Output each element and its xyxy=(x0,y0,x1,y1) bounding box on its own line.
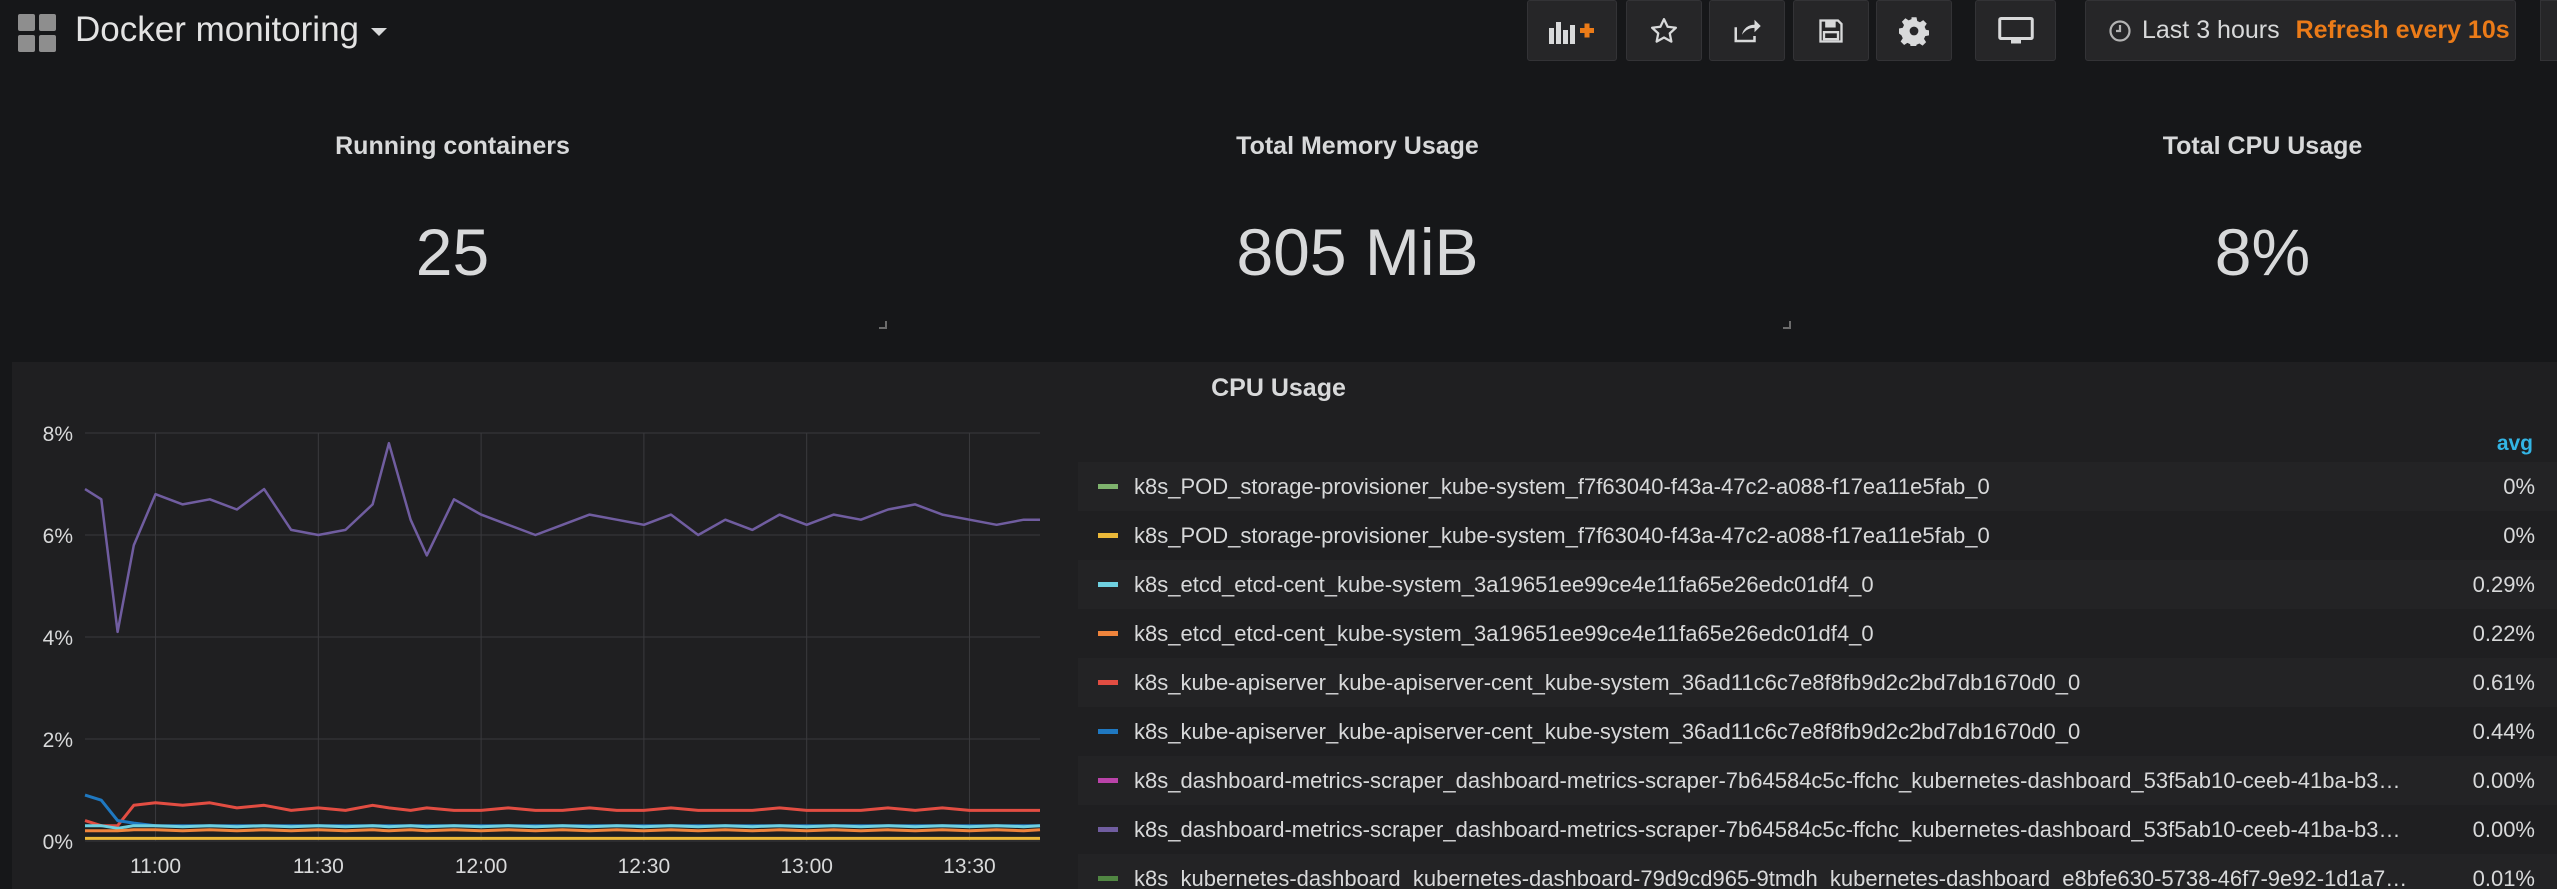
settings-icon xyxy=(1899,16,1929,46)
zoom-out-button[interactable] xyxy=(2540,0,2557,61)
refresh-interval-label: Refresh every 10s xyxy=(2295,16,2510,44)
time-range-label: Last 3 hours xyxy=(2142,16,2280,44)
stat-title[interactable]: Running containers xyxy=(0,132,905,161)
share-button[interactable] xyxy=(1709,0,1785,61)
x-tick-label: 12:30 xyxy=(618,855,671,878)
star-button[interactable] xyxy=(1626,0,1702,61)
legend-item[interactable]: k8s_etcd_etcd-cent_kube-system_3a19651ee… xyxy=(1078,609,2557,658)
legend-swatch[interactable] xyxy=(1098,827,1118,832)
resize-handle[interactable] xyxy=(1783,321,1791,329)
stat-panel-total-cpu: Total CPU Usage 8% xyxy=(1810,96,2557,346)
x-tick-label: 11:30 xyxy=(293,855,344,878)
stat-panel-running-containers: Running containers 25 xyxy=(0,96,905,346)
legend-swatch[interactable] xyxy=(1098,729,1118,734)
series-line xyxy=(85,828,1041,833)
y-tick-label: 8% xyxy=(43,423,73,446)
legend-series-name: k8s_dashboard-metrics-scraper_dashboard-… xyxy=(1134,767,2401,793)
legend-avg-header[interactable]: avg xyxy=(2497,432,2533,456)
add-panel-button[interactable] xyxy=(1527,0,1617,61)
dashboard-title[interactable]: Docker monitoring xyxy=(75,10,387,50)
save-button[interactable] xyxy=(1793,0,1869,61)
stat-title[interactable]: Total Memory Usage xyxy=(905,132,1810,161)
clock-icon xyxy=(2109,19,2131,42)
legend-swatch[interactable] xyxy=(1098,778,1118,783)
y-tick-label: 2% xyxy=(43,729,73,752)
legend-swatch[interactable] xyxy=(1098,876,1118,881)
chart-legend: k8s_POD_storage-provisioner_kube-system_… xyxy=(1078,462,2557,889)
settings-button[interactable] xyxy=(1876,0,1952,61)
stat-title[interactable]: Total CPU Usage xyxy=(1810,132,2557,161)
x-tick-label: 13:00 xyxy=(780,855,833,878)
legend-avg-value: 0% xyxy=(2503,473,2535,499)
legend-series-name: k8s_etcd_etcd-cent_kube-system_3a19651ee… xyxy=(1134,620,1874,646)
legend-swatch[interactable] xyxy=(1098,582,1118,587)
legend-series-name: k8s_kube-apiserver_kube-apiserver-cent_k… xyxy=(1134,718,2081,744)
legend-series-name: k8s_etcd_etcd-cent_kube-system_3a19651ee… xyxy=(1134,571,1874,597)
legend-series-name: k8s_dashboard-metrics-scraper_dashboard-… xyxy=(1134,816,2401,842)
legend-avg-value: 0% xyxy=(2503,522,2535,548)
legend-swatch[interactable] xyxy=(1098,631,1118,636)
legend-item[interactable]: k8s_kubernetes-dashboard_kubernetes-dash… xyxy=(1078,854,2557,889)
legend-item[interactable]: k8s_dashboard-metrics-scraper_dashboard-… xyxy=(1078,805,2557,854)
share-icon xyxy=(1734,19,1761,42)
legend-item[interactable]: k8s_POD_storage-provisioner_kube-system_… xyxy=(1078,462,2557,511)
chevron-down-icon xyxy=(371,27,387,36)
tv-mode-button[interactable] xyxy=(1975,0,2056,61)
stat-value: 25 xyxy=(415,215,490,289)
add-panel-icon xyxy=(1549,21,1594,44)
legend-series-name: k8s_kube-apiserver_kube-apiserver-cent_k… xyxy=(1134,669,2081,695)
y-tick-label: 6% xyxy=(43,525,73,548)
legend-avg-value: 0.61% xyxy=(2472,669,2535,695)
legend-series-name: k8s_POD_storage-provisioner_kube-system_… xyxy=(1134,473,1990,499)
cpu-usage-chart[interactable]: 0% 2% 4% 6% 8% 11:00 11:30 12:00 12:30 13:00 13:30 xyxy=(12,362,1072,889)
legend-series-name: k8s_kubernetes-dashboard_kubernetes-dash… xyxy=(1134,865,2408,889)
legend-avg-value: 0.00% xyxy=(2472,767,2535,793)
resize-handle[interactable] xyxy=(879,321,887,329)
series-line xyxy=(84,801,1040,828)
legend-series-name: k8s_POD_storage-provisioner_kube-system_… xyxy=(1134,522,1990,548)
legend-item[interactable]: k8s_POD_storage-provisioner_kube-system_… xyxy=(1078,511,2557,560)
star-icon xyxy=(1651,17,1677,43)
save-icon xyxy=(1819,18,1843,43)
legend-item[interactable]: k8s_dashboard-metrics-scraper_dashboard-… xyxy=(1078,756,2557,805)
legend-avg-value: 0.01% xyxy=(2472,865,2535,889)
legend-item[interactable]: k8s_etcd_etcd-cent_kube-system_3a19651ee… xyxy=(1078,560,2557,609)
time-picker-button[interactable]: Last 3 hours Refresh every 10s xyxy=(2085,0,2516,61)
dashboard-grid-icon[interactable] xyxy=(18,14,56,52)
tv-mode-icon xyxy=(1997,16,2034,43)
legend-avg-value: 0.00% xyxy=(2472,816,2535,842)
x-tick-label: 11:00 xyxy=(130,855,181,878)
y-tick-label: 4% xyxy=(43,627,73,650)
legend-swatch[interactable] xyxy=(1098,533,1118,538)
legend-avg-value: 0.22% xyxy=(2472,620,2535,646)
series-line xyxy=(85,824,1041,830)
legend-swatch[interactable] xyxy=(1098,680,1118,685)
x-tick-label: 13:30 xyxy=(943,855,996,878)
stat-panel-total-memory: Total Memory Usage 805 MiB xyxy=(905,96,1810,346)
x-tick-label: 12:00 xyxy=(455,855,508,878)
cpu-usage-graph-panel: CPU Usage 0% 2% 4% 6% 8% 11:00 11:30 12:00 12:30… xyxy=(12,362,2557,889)
stat-value: 8% xyxy=(2214,215,2311,289)
top-navbar: Docker monitoring Last 3 hours Refresh e… xyxy=(0,0,2557,66)
stat-value: 805 MiB xyxy=(1236,215,1479,289)
series-line xyxy=(84,441,1040,634)
legend-avg-value: 0.44% xyxy=(2472,718,2535,744)
legend-item[interactable]: k8s_kube-apiserver_kube-apiserver-cent_k… xyxy=(1078,658,2557,707)
legend-avg-value: 0.29% xyxy=(2472,571,2535,597)
y-tick-label: 0% xyxy=(43,831,73,854)
legend-swatch[interactable] xyxy=(1098,484,1118,489)
legend-item[interactable]: k8s_kube-apiserver_kube-apiserver-cent_k… xyxy=(1078,707,2557,756)
